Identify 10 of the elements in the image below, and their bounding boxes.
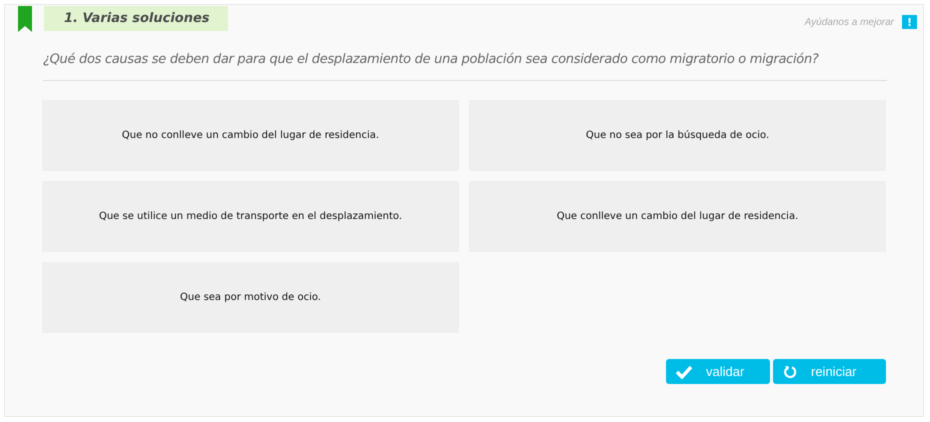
answer-option[interactable]: Que conlleve un cambio del lugar de residencia. — [469, 181, 886, 252]
answer-option[interactable]: Que sea por motivo de ocio. — [42, 262, 459, 333]
exercise-title: 1. Varias soluciones — [44, 6, 228, 31]
check-icon — [676, 364, 692, 378]
answer-option[interactable]: Que no conlleve un cambio del lugar de residencia. — [42, 100, 459, 171]
answer-option[interactable]: Que no sea por la búsqueda de ocio. — [469, 100, 886, 171]
bookmark-icon — [18, 6, 32, 32]
reset-icon — [783, 364, 797, 378]
question-text: ¿Qué dos causas se deben dar para que el desplazamiento de una población sea considerado como migratorio o migración? — [43, 52, 887, 81]
answer-option[interactable]: Que se utilice un medio de transporte en el desplazamiento. — [42, 181, 459, 252]
